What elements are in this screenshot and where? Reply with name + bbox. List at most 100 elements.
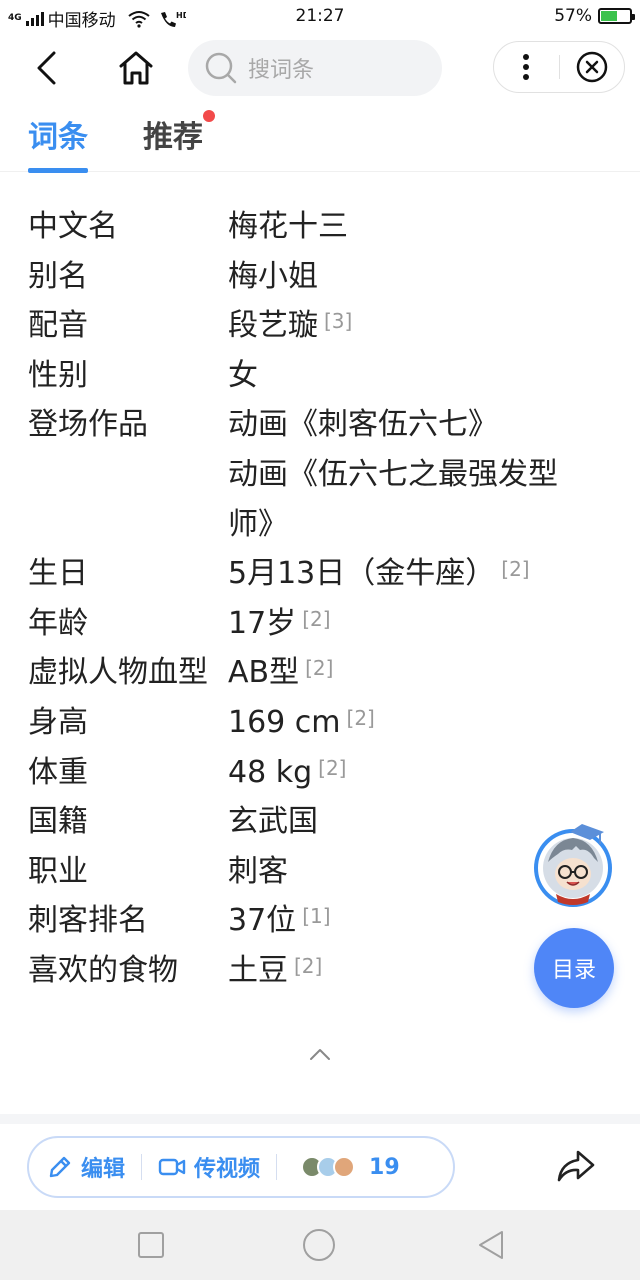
info-value-text: AB型 [228, 655, 300, 691]
info-key: 年龄 [28, 605, 88, 641]
info-row: 刺客排名 37位 [1] [28, 896, 588, 946]
info-row: 职业 刺客 [28, 847, 588, 897]
video-camera-icon [158, 1158, 186, 1176]
notification-dot [203, 110, 215, 122]
edit-label: 编辑 [81, 1157, 126, 1182]
info-key: 中文名 [28, 209, 118, 244]
info-value: 5月13日（金牛座） [2] [228, 549, 578, 599]
info-value: 女 [228, 351, 578, 401]
battery-fill [601, 11, 617, 21]
info-row: 体重 48 kg [2] [28, 748, 588, 798]
home-icon [119, 51, 153, 85]
info-value: 刺客 [228, 847, 578, 897]
battery-percent: 57% [554, 6, 592, 26]
info-value-text: 梅小姐 [228, 258, 318, 294]
home-button[interactable] [114, 46, 158, 90]
info-key: 身高 [28, 704, 88, 740]
search-input[interactable]: 搜词条 [188, 40, 442, 96]
upload-video-button[interactable]: 传视频 [158, 1151, 260, 1183]
contributors-count: 19 [369, 1154, 400, 1180]
info-value-text: 段艺璇 [228, 308, 318, 344]
pencil-icon [49, 1156, 71, 1178]
edit-button[interactable]: 编辑 [47, 1151, 125, 1183]
info-value-text: 37位 [228, 903, 297, 939]
work-link[interactable]: 动画《刺客伍六七》 [228, 400, 578, 450]
more-vertical-icon [523, 54, 530, 80]
info-row: 登场作品 动画《刺客伍六七》 动画《伍六七之最强发型 师》 [28, 400, 588, 549]
contributors-button[interactable]: 19 [293, 1155, 400, 1180]
citation-link[interactable]: [2] [347, 706, 375, 730]
status-time: 21:27 [295, 6, 345, 26]
action-divider [141, 1154, 143, 1180]
action-pill: 编辑 传视频 19 [27, 1136, 455, 1198]
citation-link[interactable]: [1] [302, 904, 330, 928]
recent-apps-button[interactable] [134, 1228, 168, 1262]
bottom-action-bar: 编辑 传视频 19 [0, 1124, 640, 1210]
info-value-text: 土豆 [228, 952, 288, 988]
info-value: 玄武国 [228, 797, 578, 847]
info-value-text: 刺客 [228, 853, 288, 889]
home-nav-button[interactable] [302, 1228, 336, 1262]
status-right: 57% [554, 6, 635, 26]
info-value: 梅小姐 [228, 252, 578, 302]
info-value-text: 女 [228, 357, 258, 393]
miniapp-capsule [493, 41, 625, 93]
tab-recommend[interactable]: 推荐 [143, 110, 215, 156]
info-value: 土豆 [2] [228, 946, 578, 996]
info-value-text: 169 cm [228, 704, 341, 740]
info-value-text: 48 kg [228, 754, 313, 790]
info-value-text: 梅花十三 [228, 209, 348, 244]
more-button[interactable] [494, 42, 559, 92]
info-value: 48 kg [2] [228, 748, 578, 798]
info-row: 国籍 玄武国 [28, 797, 588, 847]
close-button[interactable] [560, 42, 625, 92]
close-circle-icon [576, 51, 607, 83]
info-value-text: 玄武国 [228, 804, 318, 840]
status-bar: 4G 中国移动 HD 21:27 57% [0, 0, 640, 34]
contributor-avatar [333, 1156, 356, 1178]
citation-link[interactable]: [2] [318, 756, 346, 780]
info-row: 喜欢的食物 土豆 [2] [28, 946, 588, 996]
work-link[interactable]: 动画《伍六七之最强发型 [228, 450, 578, 500]
citation-link[interactable]: [2] [302, 607, 330, 631]
info-value: 段艺璇 [3] [228, 301, 578, 351]
citation-link[interactable]: [3] [324, 309, 352, 333]
info-key: 国籍 [28, 804, 88, 840]
info-key: 别名 [28, 258, 88, 294]
info-value: 动画《刺客伍六七》 动画《伍六七之最强发型 师》 [228, 400, 578, 549]
info-row: 虚拟人物血型 AB型 [2] [28, 648, 588, 698]
contributor-avatars [301, 1156, 356, 1178]
back-nav-button[interactable] [474, 1228, 508, 1262]
share-button[interactable] [554, 1146, 598, 1186]
avatar-icon [534, 824, 612, 907]
system-nav-bar [0, 1210, 640, 1280]
info-table: 中文名 梅花十三 别名 梅小姐 配音 段艺璇 [3] 性别 女 登场作品 动画《刺… [28, 202, 588, 996]
info-key: 配音 [28, 308, 88, 344]
info-value: 梅花十三 [228, 202, 578, 252]
info-key: 性别 [28, 357, 88, 393]
triangle-back-icon [479, 1231, 503, 1259]
chevron-left-icon [37, 51, 56, 85]
action-divider [276, 1154, 278, 1180]
info-value-text: 17岁 [228, 605, 297, 641]
assistant-avatar[interactable] [534, 818, 616, 908]
search-placeholder: 搜词条 [248, 58, 315, 83]
tab-bar: 词条 推荐 [0, 104, 640, 173]
info-row: 年龄 17岁 [2] [28, 599, 588, 649]
work-link-continued[interactable]: 师》 [228, 500, 578, 550]
tab-entry[interactable]: 词条 [28, 112, 88, 173]
info-key: 登场作品 [28, 407, 148, 443]
citation-link[interactable]: [2] [305, 656, 333, 680]
tab-entry-label: 词条 [28, 120, 88, 155]
info-value-text: 5月13日（金牛座） [228, 556, 496, 592]
battery-icon [598, 8, 635, 24]
back-button[interactable] [26, 46, 66, 90]
collapse-button[interactable] [304, 1042, 336, 1066]
citation-link[interactable]: [2] [501, 557, 529, 581]
info-key: 职业 [28, 853, 88, 889]
toc-label: 目录 [551, 958, 596, 983]
square-icon [138, 1232, 164, 1258]
toc-button[interactable]: 目录 [534, 928, 614, 1008]
citation-link[interactable]: [2] [294, 954, 322, 978]
upload-video-label: 传视频 [194, 1157, 261, 1182]
